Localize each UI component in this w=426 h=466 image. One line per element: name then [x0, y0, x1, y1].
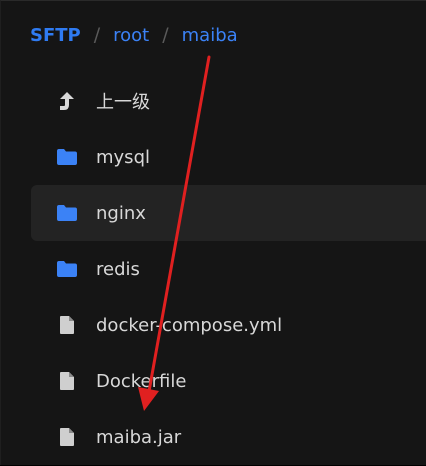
- file-row-dockerfile[interactable]: Dockerfile: [31, 353, 426, 409]
- breadcrumb-separator: /: [93, 24, 101, 46]
- file-name: mysql: [96, 146, 150, 168]
- file-row-mysql[interactable]: mysql: [31, 129, 426, 185]
- folder-icon: [56, 202, 78, 224]
- folder-icon: [56, 146, 78, 168]
- file-list: 上一级 mysql nginx redis docker-compose.yml…: [31, 73, 426, 465]
- file-row-docker-compose[interactable]: docker-compose.yml: [31, 297, 426, 353]
- breadcrumb-item-root[interactable]: root: [113, 25, 149, 46]
- file-row-nginx[interactable]: nginx: [31, 185, 426, 241]
- file-row-redis[interactable]: redis: [31, 241, 426, 297]
- sftp-file-browser: SFTP / root / maiba 上一级 mysql nginx redi…: [0, 0, 426, 465]
- breadcrumb-root-sftp[interactable]: SFTP: [30, 25, 81, 46]
- folder-icon: [56, 258, 78, 280]
- file-row-parent-directory[interactable]: 上一级: [31, 73, 426, 129]
- breadcrumb: SFTP / root / maiba: [30, 23, 238, 47]
- file-name: nginx: [96, 202, 146, 224]
- parent-arrow-icon: [56, 90, 78, 112]
- file-icon: [56, 314, 78, 336]
- breadcrumb-separator: /: [162, 24, 169, 46]
- file-icon: [56, 426, 78, 448]
- file-name: Dockerfile: [96, 370, 187, 392]
- file-name: docker-compose.yml: [96, 314, 283, 336]
- file-name: 上一级: [96, 92, 150, 113]
- file-name: maiba.jar: [96, 426, 182, 448]
- file-icon: [56, 370, 78, 392]
- file-row-maiba-jar[interactable]: maiba.jar: [31, 409, 426, 465]
- breadcrumb-item-maiba[interactable]: maiba: [182, 25, 238, 46]
- file-name: redis: [96, 258, 140, 280]
